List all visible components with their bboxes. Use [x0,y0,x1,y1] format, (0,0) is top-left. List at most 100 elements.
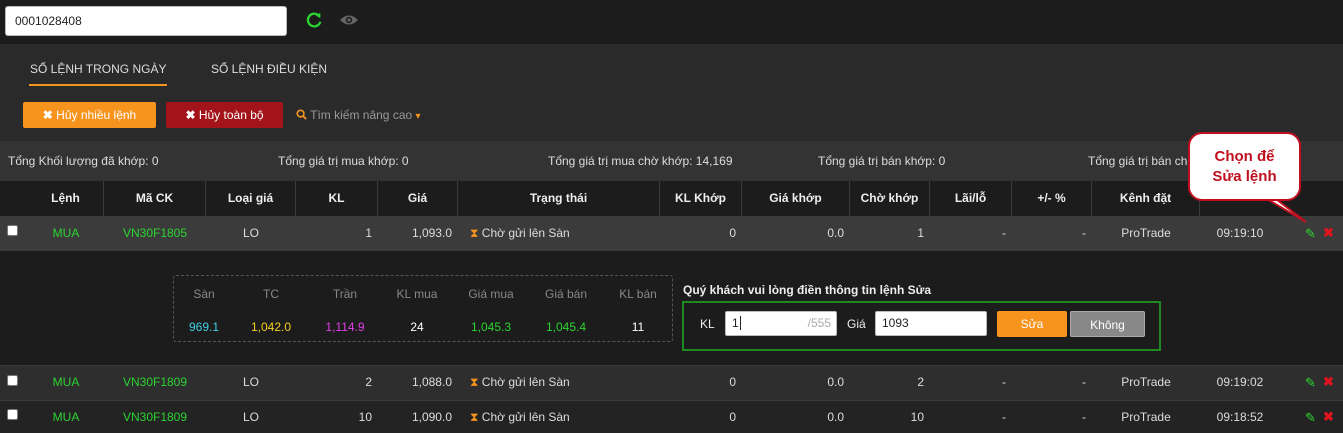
quote-value-ref: 1,042.0 [250,320,292,334]
row-checkbox[interactable] [7,375,18,386]
callout-line-2: Sửa lệnh [1212,168,1277,185]
hourglass-icon: ⧗ [470,410,479,424]
qty-input[interactable]: 1 /555 [725,311,837,336]
delete-x-icon[interactable]: ✖ [1323,374,1334,390]
order-matched-qty: 0 [729,410,736,424]
order-price-type: LO [242,410,259,424]
order-status-label: Chờ gửi lên Sàn [481,410,570,424]
order-price: 1,088.0 [411,375,452,389]
tab-active-indicator [29,84,167,86]
close-icon: ✖ [185,108,196,122]
order-pnl: - [1002,410,1006,424]
column-header[interactable]: Giá [378,181,458,216]
order-status: ⧗ Chờ gửi lên Sàn [470,365,660,400]
order-side: MUA [52,410,80,424]
qty-max-hint: /555 [807,316,831,330]
quote-value-bid-price: 1,045.3 [470,320,512,334]
column-header[interactable]: Lãi/lỗ [930,181,1012,216]
summary-sell-pending-value: Tổng giá trị bán chờ [1088,154,1196,168]
order-pct: - [1082,410,1086,424]
price-input[interactable]: 1093 [875,311,987,336]
quote-value-bid-qty: 24 [410,320,424,334]
column-header[interactable]: Loại giá [206,181,296,216]
order-symbol: VN30F1809 [122,375,188,389]
quote-label-ask-qty: KL bán [619,287,657,301]
callout-line-1: Chọn để [1214,148,1275,165]
column-header[interactable]: KL Khớp [660,181,742,216]
summary-buy-matched-value: Tổng giá trị mua khớp: 0 [278,154,409,168]
edit-pencil-icon[interactable]: ✎ [1305,375,1316,391]
row-checkbox[interactable] [7,225,18,236]
quote-value-floor: 969.1 [188,320,220,334]
order-pct: - [1082,375,1086,389]
column-header[interactable]: Trạng thái [458,181,660,216]
column-header[interactable]: Kênh đặt [1092,181,1200,216]
qty-label: KL [700,317,715,331]
submit-edit-button[interactable]: Sửa [997,311,1067,337]
summary-buy-pending-value: Tổng giá trị mua chờ khớp: 14,169 [548,154,733,168]
column-header[interactable]: Chờ khớp [850,181,930,216]
column-header[interactable]: Lệnh [28,181,104,216]
order-qty: 1 [365,226,372,240]
cancel-edit-button[interactable]: Không [1070,311,1145,337]
order-matched-price: 0.0 [827,410,844,424]
order-matched-qty: 0 [729,226,736,240]
order-pending-qty: 2 [917,375,924,389]
tab-daily-orders[interactable]: SỔ LỆNH TRONG NGÀY [30,62,166,76]
summary-sell-matched-value: Tổng giá trị bán khớp: 0 [818,154,946,168]
order-pending-qty: 10 [910,410,924,424]
order-status: ⧗ Chờ gửi lên Sàn [470,400,660,433]
order-pct: - [1082,226,1086,240]
cancel-all-label: Hủy toàn bộ [198,108,264,122]
close-icon: ✖ [42,108,53,122]
order-time: 09:19:02 [1216,375,1264,389]
order-price-type: LO [242,375,259,389]
advanced-search-toggle[interactable]: Tìm kiếm nâng cao ▾ [296,108,421,122]
column-header[interactable]: KL [296,181,378,216]
order-side: MUA [52,375,80,389]
edit-pencil-icon[interactable]: ✎ [1305,410,1316,426]
quote-value-ask-price: 1,045.4 [545,320,587,334]
order-qty: 2 [365,375,372,389]
column-header[interactable]: Mã CK [104,181,206,216]
order-qty: 10 [358,410,372,424]
delete-x-icon[interactable]: ✖ [1323,409,1334,425]
eye-icon[interactable] [339,11,359,29]
order-matched-price: 0.0 [827,375,844,389]
order-pnl: - [1002,226,1006,240]
row-checkbox[interactable] [7,409,18,420]
hourglass-icon: ⧗ [470,375,479,389]
column-header[interactable]: +/- % [1012,181,1092,216]
quote-label-ask-price: Giá bán [544,287,588,301]
advanced-search-label: Tìm kiếm nâng cao [310,108,413,122]
quote-value-ceiling: 1,114.9 [325,320,365,334]
quote-label-ceiling: Trần [332,287,358,301]
cancel-multiple-button[interactable]: ✖ Hủy nhiều lệnh [23,102,156,128]
search-icon [296,109,307,120]
cancel-all-button[interactable]: ✖ Hủy toàn bộ [166,102,283,128]
quote-value-ask-qty: 11 [631,320,645,334]
summary-total-matched-qty: Tổng Khối lượng đã khớp: 0 [8,154,159,168]
order-channel: ProTrade [1121,375,1171,389]
account-input[interactable]: 0001028408 [5,6,287,36]
order-time: 09:18:52 [1216,410,1264,424]
quote-label-ref: TC [263,287,279,301]
order-symbol: VN30F1805 [122,226,188,240]
order-channel: ProTrade [1121,410,1171,424]
price-label: Giá [847,317,866,331]
qty-input-value: 1 [732,316,739,330]
delete-x-icon[interactable]: ✖ [1323,225,1334,241]
edit-pencil-icon[interactable]: ✎ [1305,226,1316,242]
order-price: 1,093.0 [411,226,452,240]
cancel-multiple-label: Hủy nhiều lệnh [56,108,137,122]
order-price: 1,090.0 [411,410,452,424]
order-symbol: VN30F1809 [122,410,188,424]
column-header[interactable]: Giá khớp [742,181,850,216]
order-matched-price: 0.0 [827,226,844,240]
order-status-label: Chờ gửi lên Sàn [481,226,570,240]
refresh-icon[interactable] [305,11,323,29]
order-pnl: - [1002,375,1006,389]
order-pending-qty: 1 [917,226,924,240]
hourglass-icon: ⧗ [470,226,479,240]
tab-conditional-orders[interactable]: SỔ LỆNH ĐIỀU KIỆN [211,62,327,76]
